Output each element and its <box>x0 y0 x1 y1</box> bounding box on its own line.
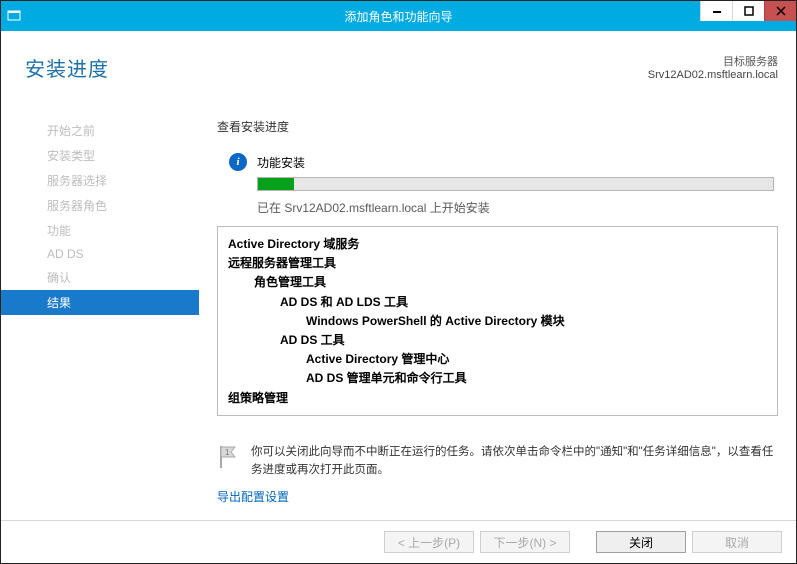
detail-line: AD DS 管理单元和命令行工具 <box>228 369 767 388</box>
section-label: 查看安装进度 <box>217 118 778 135</box>
detail-line: AD DS 和 AD LDS 工具 <box>228 293 767 312</box>
info-icon: i <box>229 153 247 171</box>
nav-item: 服务器选择 <box>1 168 199 193</box>
wizard-nav: 开始之前安装类型服务器选择服务器角色功能AD DS确认结果 <box>1 82 199 520</box>
close-button[interactable] <box>764 1 796 21</box>
status-text: 功能安装 <box>257 154 305 171</box>
nav-item[interactable]: 结果 <box>1 290 199 315</box>
maximize-button[interactable] <box>732 1 764 21</box>
window-controls <box>700 1 796 21</box>
page-title: 安装进度 <box>25 53 109 82</box>
svg-text:1: 1 <box>225 448 230 457</box>
header: 安装进度 目标服务器 Srv12AD02.msftlearn.local <box>1 31 796 82</box>
nav-item: 确认 <box>1 265 199 290</box>
next-button: 下一步(N) > <box>480 531 570 553</box>
detail-line: Active Directory 域服务 <box>228 235 767 254</box>
detail-line: 角色管理工具 <box>228 273 767 292</box>
nav-item: 功能 <box>1 218 199 243</box>
progress-substatus: 已在 Srv12AD02.msftlearn.local 上开始安装 <box>217 199 778 216</box>
note-row: 1 你可以关闭此向导而不中断正在运行的任务。请依次单击命令栏中的"通知"和"任务… <box>217 444 778 480</box>
detail-line: Windows PowerShell 的 Active Directory 模块 <box>228 312 767 331</box>
detail-line: 组策略管理 <box>228 389 767 408</box>
previous-button: < 上一步(P) <box>384 531 474 553</box>
note-text: 你可以关闭此向导而不中断正在运行的任务。请依次单击命令栏中的"通知"和"任务详细… <box>251 444 778 480</box>
export-config-link[interactable]: 导出配置设置 <box>217 488 778 505</box>
app-icon <box>1 9 27 23</box>
status-row: i 功能安装 <box>217 153 778 171</box>
minimize-button[interactable] <box>700 1 732 21</box>
progress-fill <box>258 178 294 190</box>
nav-item: 安装类型 <box>1 143 199 168</box>
install-details: Active Directory 域服务远程服务器管理工具角色管理工具AD DS… <box>217 226 778 416</box>
close-wizard-button[interactable]: 关闭 <box>596 531 686 553</box>
nav-item: AD DS <box>1 243 199 265</box>
window-title: 添加角色和功能向导 <box>1 8 796 25</box>
nav-item: 开始之前 <box>1 118 199 143</box>
target-server-box: 目标服务器 Srv12AD02.msftlearn.local <box>648 53 778 82</box>
flag-icon: 1 <box>217 444 241 470</box>
detail-line: AD DS 工具 <box>228 331 767 350</box>
detail-line: Active Directory 管理中心 <box>228 350 767 369</box>
cancel-button: 取消 <box>692 531 782 553</box>
titlebar: 添加角色和功能向导 <box>1 1 796 31</box>
progress-bar <box>257 177 774 191</box>
footer: < 上一步(P) 下一步(N) > 关闭 取消 <box>1 520 796 563</box>
nav-item: 服务器角色 <box>1 193 199 218</box>
target-server-label: 目标服务器 <box>648 53 778 69</box>
detail-line: 远程服务器管理工具 <box>228 254 767 273</box>
target-server-value: Srv12AD02.msftlearn.local <box>648 69 778 81</box>
